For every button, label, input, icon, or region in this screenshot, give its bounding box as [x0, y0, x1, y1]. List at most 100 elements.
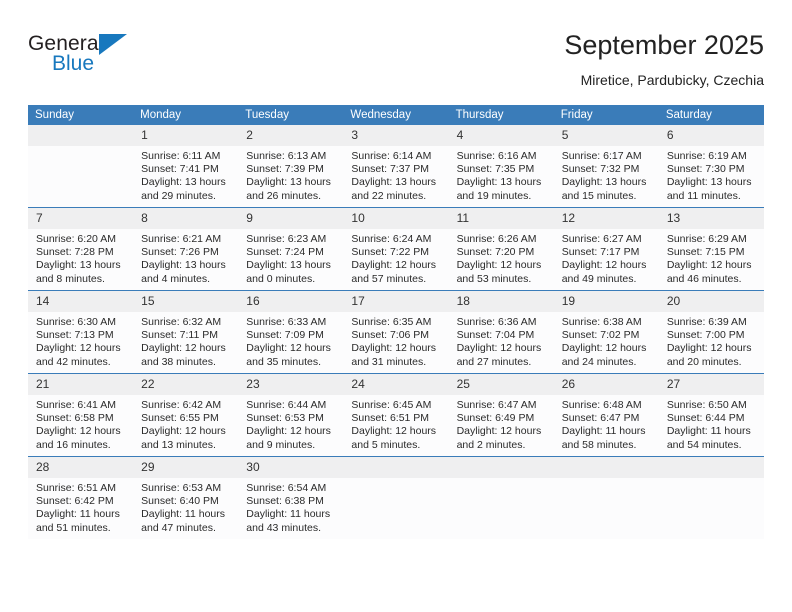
brand-triangle-icon: [99, 34, 127, 55]
daylight-text: Daylight: 11 hours and 54 minutes.: [666, 425, 751, 451]
day-number: 27: [658, 374, 764, 395]
day-number: 4: [448, 125, 554, 146]
calendar-week-row: 21 Sunrise: 6:41 AM Sunset: 6:58 PM Dayligh…: [28, 373, 764, 457]
day-sun-info: Sunrise: 6:27 AM Sunset: 7:17 PM Daylight:…: [554, 229, 659, 286]
day-sun-info: Sunrise: 6:14 AM Sunset: 7:37 PM Daylight:…: [343, 146, 448, 203]
daylight-text: Daylight: 13 hours and 0 minutes.: [246, 259, 331, 285]
calendar-cell-day[interactable]: 21 Sunrise: 6:41 AM Sunset: 6:58 PM Dayligh…: [28, 373, 134, 457]
day-sun-info: Sunrise: 6:36 AM Sunset: 7:04 PM Daylight:…: [449, 312, 554, 369]
daylight-text: Daylight: 12 hours and 2 minutes.: [456, 425, 542, 451]
calendar-cell-day[interactable]: 28 Sunrise: 6:51 AM Sunset: 6:42 PM Dayligh…: [28, 456, 134, 539]
calendar-cell-day[interactable]: 6 Sunrise: 6:19 AM Sunset: 7:30 PM Daylight…: [658, 125, 764, 208]
calendar-cell-day[interactable]: 22 Sunrise: 6:42 AM Sunset: 6:55 PM Dayligh…: [133, 373, 239, 457]
calendar-cell-day[interactable]: 1 Sunrise: 6:11 AM Sunset: 7:41 PM Daylight…: [133, 125, 239, 208]
calendar-cell-day[interactable]: 18 Sunrise: 6:36 AM Sunset: 7:04 PM Dayligh…: [448, 290, 554, 374]
day-sun-info: Sunrise: 6:30 AM Sunset: 7:13 PM Daylight:…: [28, 312, 133, 369]
calendar-cell-day[interactable]: 12 Sunrise: 6:27 AM Sunset: 7:17 PM Dayligh…: [553, 207, 659, 291]
day-number: 9: [238, 208, 344, 229]
sunset-text: Sunset: 7:11 PM: [141, 329, 218, 342]
page-title: September 2025: [564, 30, 764, 60]
calendar-body: 1 Sunrise: 6:11 AM Sunset: 7:41 PM Daylight…: [28, 125, 764, 539]
sunset-text: Sunset: 6:38 PM: [246, 495, 324, 508]
day-sun-info: Sunrise: 6:47 AM Sunset: 6:49 PM Daylight:…: [449, 395, 554, 452]
calendar-cell-day[interactable]: 19 Sunrise: 6:38 AM Sunset: 7:02 PM Dayligh…: [553, 290, 659, 374]
sunset-text: Sunset: 6:49 PM: [456, 412, 535, 425]
calendar-cell-day[interactable]: 4 Sunrise: 6:16 AM Sunset: 7:35 PM Daylight…: [448, 125, 554, 208]
day-sun-info: Sunrise: 6:35 AM Sunset: 7:06 PM Daylight:…: [343, 312, 448, 369]
calendar-cell-empty: [28, 125, 134, 208]
sunset-text: Sunset: 6:58 PM: [36, 412, 114, 425]
day-number: 13: [658, 208, 764, 229]
sunset-text: Sunset: 7:00 PM: [666, 329, 745, 342]
calendar-cell-day[interactable]: 8 Sunrise: 6:21 AM Sunset: 7:26 PM Daylight…: [133, 207, 239, 291]
sunrise-text: Sunrise: 6:27 AM: [561, 233, 642, 245]
day-sun-info: Sunrise: 6:19 AM Sunset: 7:30 PM Daylight:…: [659, 146, 764, 203]
day-sun-info: Sunrise: 6:38 AM Sunset: 7:02 PM Daylight:…: [554, 312, 659, 369]
day-sun-info: Sunrise: 6:24 AM Sunset: 7:22 PM Daylight:…: [343, 229, 448, 286]
sunrise-text: Sunrise: 6:17 AM: [561, 150, 642, 162]
daylight-text: Daylight: 12 hours and 42 minutes.: [36, 342, 121, 368]
day-number: 15: [133, 291, 239, 312]
calendar-cell-day[interactable]: 11 Sunrise: 6:26 AM Sunset: 7:20 PM Dayligh…: [448, 207, 554, 291]
sunrise-text: Sunrise: 6:45 AM: [351, 399, 432, 411]
calendar-cell-day[interactable]: 27 Sunrise: 6:50 AM Sunset: 6:44 PM Dayligh…: [658, 373, 764, 457]
calendar-cell-day[interactable]: 15 Sunrise: 6:32 AM Sunset: 7:11 PM Dayligh…: [133, 290, 239, 374]
day-number: 12: [553, 208, 659, 229]
day-number: [28, 125, 134, 146]
day-number: 23: [238, 374, 344, 395]
calendar-cell-day[interactable]: 9 Sunrise: 6:23 AM Sunset: 7:24 PM Daylight…: [238, 207, 344, 291]
calendar-cell-day[interactable]: 25 Sunrise: 6:47 AM Sunset: 6:49 PM Dayligh…: [448, 373, 554, 457]
calendar-cell-day[interactable]: 5 Sunrise: 6:17 AM Sunset: 7:32 PM Daylight…: [553, 125, 659, 208]
daylight-text: Daylight: 13 hours and 29 minutes.: [141, 176, 226, 202]
calendar-cell-day[interactable]: 17 Sunrise: 6:35 AM Sunset: 7:06 PM Dayligh…: [343, 290, 449, 374]
calendar-week-row: 14 Sunrise: 6:30 AM Sunset: 7:13 PM Dayligh…: [28, 290, 764, 374]
calendar-cell-day[interactable]: 2 Sunrise: 6:13 AM Sunset: 7:39 PM Daylight…: [238, 125, 344, 208]
calendar-cell-day[interactable]: 7 Sunrise: 6:20 AM Sunset: 7:28 PM Daylight…: [28, 207, 134, 291]
day-number: 3: [343, 125, 449, 146]
sunset-text: Sunset: 7:26 PM: [141, 246, 219, 259]
calendar-cell-day[interactable]: 29 Sunrise: 6:53 AM Sunset: 6:40 PM Dayligh…: [133, 456, 239, 539]
sunset-text: Sunset: 7:15 PM: [666, 246, 745, 259]
calendar-cell-day[interactable]: 20 Sunrise: 6:39 AM Sunset: 7:00 PM Dayligh…: [658, 290, 764, 374]
daylight-text: Daylight: 12 hours and 13 minutes.: [141, 425, 226, 451]
day-sun-info: Sunrise: 6:17 AM Sunset: 7:32 PM Daylight:…: [554, 146, 659, 203]
day-sun-info: Sunrise: 6:20 AM Sunset: 7:28 PM Daylight:…: [28, 229, 133, 286]
brand-logo[interactable]: General Blue: [28, 32, 248, 92]
sunrise-text: Sunrise: 6:51 AM: [36, 482, 116, 494]
sunset-text: Sunset: 7:06 PM: [351, 329, 430, 342]
day-number: 18: [448, 291, 554, 312]
daylight-text: Daylight: 12 hours and 46 minutes.: [666, 259, 752, 285]
day-number: 17: [343, 291, 449, 312]
title-block: September 2025 Miretice, Pardubicky, Cze…: [564, 28, 764, 90]
sunset-text: Sunset: 7:17 PM: [561, 246, 640, 259]
sunrise-text: Sunrise: 6:38 AM: [561, 316, 642, 328]
day-sun-info: Sunrise: 6:16 AM Sunset: 7:35 PM Daylight:…: [449, 146, 554, 203]
calendar-cell-empty: [343, 456, 449, 539]
calendar-cell-day[interactable]: 13 Sunrise: 6:29 AM Sunset: 7:15 PM Dayligh…: [658, 207, 764, 291]
day-number: [448, 457, 554, 478]
sunset-text: Sunset: 7:39 PM: [246, 163, 324, 176]
daylight-text: Daylight: 13 hours and 4 minutes.: [141, 259, 226, 285]
sunrise-text: Sunrise: 6:23 AM: [246, 233, 327, 245]
daylight-text: Daylight: 12 hours and 49 minutes.: [561, 259, 647, 285]
daylight-text: Daylight: 11 hours and 47 minutes.: [141, 508, 225, 534]
day-number: 26: [553, 374, 659, 395]
daylight-text: Daylight: 12 hours and 27 minutes.: [456, 342, 542, 368]
calendar-cell-day[interactable]: 16 Sunrise: 6:33 AM Sunset: 7:09 PM Dayligh…: [238, 290, 344, 374]
sunrise-text: Sunrise: 6:33 AM: [246, 316, 327, 328]
calendar-cell-day[interactable]: 24 Sunrise: 6:45 AM Sunset: 6:51 PM Dayligh…: [343, 373, 449, 457]
sunset-text: Sunset: 7:24 PM: [246, 246, 324, 259]
day-number: 7: [28, 208, 134, 229]
sunset-text: Sunset: 7:02 PM: [561, 329, 640, 342]
day-sun-info: Sunrise: 6:44 AM Sunset: 6:53 PM Daylight:…: [238, 395, 343, 452]
calendar-cell-day[interactable]: 26 Sunrise: 6:48 AM Sunset: 6:47 PM Dayligh…: [553, 373, 659, 457]
day-sun-info: Sunrise: 6:26 AM Sunset: 7:20 PM Daylight:…: [449, 229, 554, 286]
calendar-cell-day[interactable]: 30 Sunrise: 6:54 AM Sunset: 6:38 PM Dayligh…: [238, 456, 344, 539]
daylight-text: Daylight: 12 hours and 57 minutes.: [351, 259, 437, 285]
calendar-header-row: Sunday Monday Tuesday Wednesday Thursday…: [28, 105, 764, 125]
calendar-cell-day[interactable]: 23 Sunrise: 6:44 AM Sunset: 6:53 PM Dayligh…: [238, 373, 344, 457]
weekday-header-tuesday: Tuesday: [238, 105, 344, 125]
calendar-cell-day[interactable]: 14 Sunrise: 6:30 AM Sunset: 7:13 PM Dayligh…: [28, 290, 134, 374]
calendar-cell-day[interactable]: 10 Sunrise: 6:24 AM Sunset: 7:22 PM Dayligh…: [343, 207, 449, 291]
calendar-cell-day[interactable]: 3 Sunrise: 6:14 AM Sunset: 7:37 PM Daylight…: [343, 125, 449, 208]
